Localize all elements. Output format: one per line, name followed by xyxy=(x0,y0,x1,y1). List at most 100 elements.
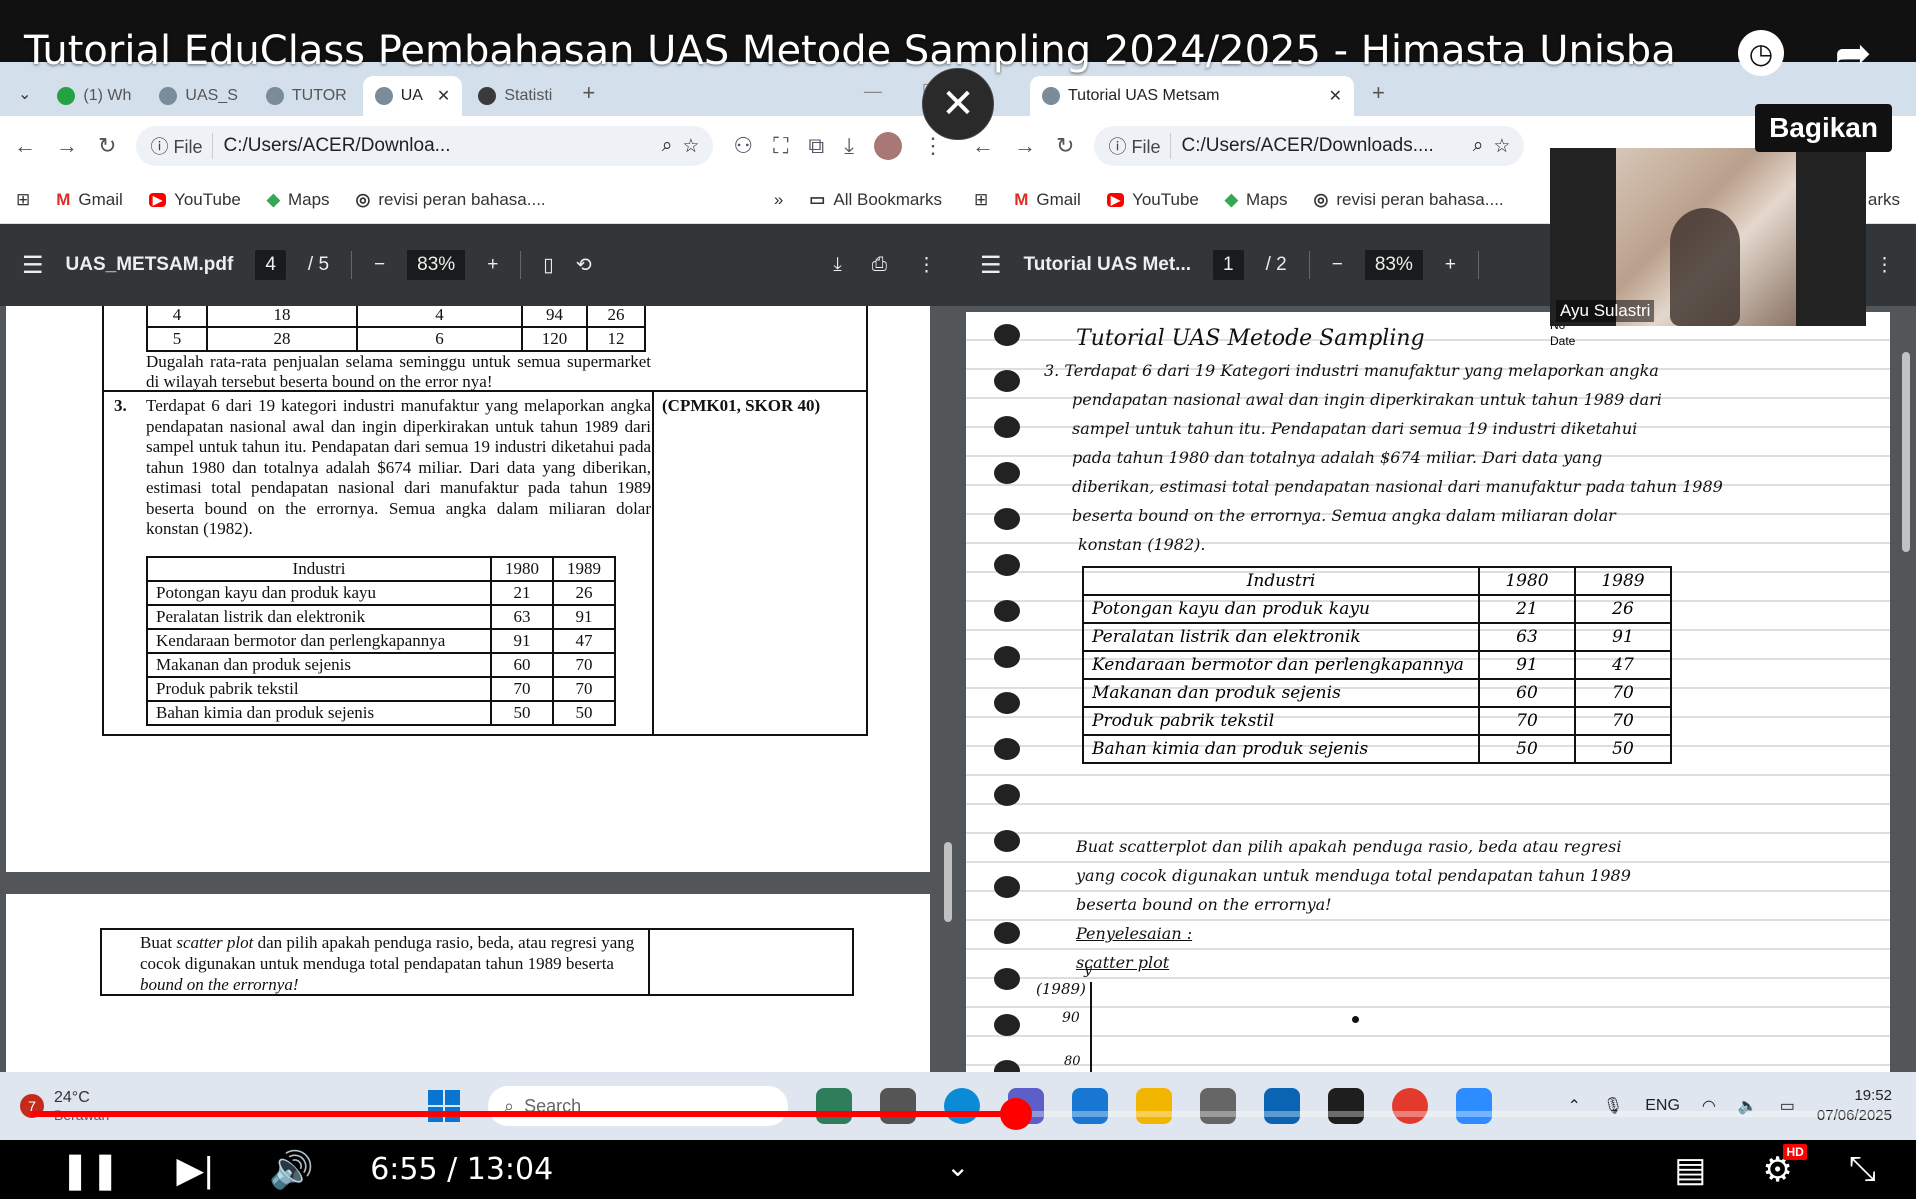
store-icon[interactable] xyxy=(1072,1088,1108,1124)
zoom-out-icon[interactable]: − xyxy=(1332,254,1343,276)
watch-later-icon[interactable]: ◷ xyxy=(1738,30,1784,76)
camera-icon[interactable] xyxy=(1200,1088,1236,1124)
bookmark-youtube[interactable]: ▶ YouTube xyxy=(1106,189,1199,210)
zoom-out-icon[interactable]: − xyxy=(374,254,385,276)
cell: 50 xyxy=(1574,734,1672,764)
minimize-icon[interactable]: — xyxy=(864,81,882,102)
bookmark-star-icon[interactable]: ☆ xyxy=(1493,135,1510,158)
info-icon[interactable]: ⓘ File xyxy=(1108,133,1172,159)
bookmark-youtube[interactable]: ▶ YouTube xyxy=(148,190,241,210)
page-number-input[interactable]: 4 xyxy=(255,250,286,280)
close-tab-icon[interactable]: ✕ xyxy=(437,86,450,106)
note-line: beserta bound on the errornya. Semua ang… xyxy=(1072,506,1616,525)
scrollbar-thumb[interactable] xyxy=(944,842,952,922)
tab-label: Statisti xyxy=(504,87,553,104)
fit-page-icon[interactable]: ▯ xyxy=(543,254,553,277)
rotate-icon[interactable]: ⟲ xyxy=(576,254,592,277)
settings-icon[interactable]: ⚙ HD xyxy=(1762,1143,1807,1190)
video-progress-bar[interactable] xyxy=(30,1098,1886,1130)
forward-icon[interactable]: → xyxy=(56,133,78,159)
more-bookmarks-icon[interactable]: » xyxy=(774,190,783,210)
outlook-icon[interactable] xyxy=(1264,1088,1300,1124)
more-icon[interactable]: ⋮ xyxy=(1875,254,1894,277)
download-icon[interactable]: ⤓ xyxy=(844,133,854,159)
bookmark-star-icon[interactable]: ☆ xyxy=(682,135,699,158)
next-icon[interactable]: ▶| xyxy=(176,1149,213,1191)
exit-fullscreen-icon[interactable]: ⤡ xyxy=(1849,1150,1876,1189)
more-icon[interactable]: ⋮ xyxy=(917,254,936,277)
new-tab-icon[interactable]: + xyxy=(1358,80,1399,116)
tab-uas-active[interactable]: UA ✕ xyxy=(362,76,463,116)
hamburger-menu-icon[interactable]: ☰ xyxy=(980,251,1002,280)
translate-icon[interactable]: ⛶ xyxy=(773,133,788,159)
folder-icon[interactable] xyxy=(1136,1088,1172,1124)
weather-widget[interactable]: 7 24°C Berawan xyxy=(20,1089,420,1123)
forward-icon[interactable]: → xyxy=(1014,133,1036,159)
print-icon[interactable]: ⎙ xyxy=(872,254,887,277)
back-icon[interactable]: ← xyxy=(14,133,36,159)
volume-icon[interactable]: 🔊 xyxy=(269,1149,314,1191)
dropbox-icon[interactable] xyxy=(1328,1088,1364,1124)
menu-dots-icon[interactable]: ⋮ xyxy=(922,133,944,159)
chevron-down-icon[interactable]: ⌄ xyxy=(946,1150,969,1183)
bookmark-all[interactable]: ▭ All Bookmarks xyxy=(809,190,942,210)
table-header-row: Industri 1980 1989 xyxy=(146,556,616,582)
address-bar[interactable]: ⓘ File C:/Users/ACER/Downloa... ⌕ ☆ xyxy=(136,126,714,166)
pause-icon[interactable]: ❚❚ xyxy=(60,1149,120,1191)
puzzle-icon[interactable]: ⧉ xyxy=(809,133,825,159)
bookmark-maps[interactable]: ◆ Maps xyxy=(1225,190,1288,210)
windows-start-icon[interactable] xyxy=(428,1090,460,1122)
bookmark-gmail[interactable]: M Gmail xyxy=(56,190,123,210)
tab-uas-s[interactable]: UAS_S xyxy=(147,76,249,116)
bookmark-maps[interactable]: ◆ Maps xyxy=(267,190,330,210)
zoom-icon[interactable] xyxy=(1456,1088,1492,1124)
zoom-level[interactable]: 83% xyxy=(1364,250,1423,280)
profile-avatar[interactable] xyxy=(874,132,902,160)
page-number-input[interactable]: 1 xyxy=(1213,250,1244,280)
extension-icon[interactable]: ⚇ xyxy=(733,133,753,159)
apps-grid-icon[interactable]: ⊞ xyxy=(974,190,988,210)
bookmark-revisi[interactable]: ◎ revisi peran bahasa.... xyxy=(1314,190,1504,210)
progress-scrubber[interactable] xyxy=(999,1098,1032,1130)
download-icon[interactable]: ⤓ xyxy=(833,254,841,277)
tab-search-menu-icon[interactable]: ⌄ xyxy=(8,84,41,116)
widget-app-icon[interactable] xyxy=(816,1088,852,1124)
zoom-lens-icon[interactable]: ⌕ xyxy=(662,135,673,157)
edge-icon[interactable] xyxy=(944,1088,980,1124)
chrome-icon[interactable] xyxy=(1392,1088,1428,1124)
new-tab-icon[interactable]: + xyxy=(568,80,609,116)
tab-tutorial[interactable]: Tutorial UAS Metsam ✕ xyxy=(1030,76,1354,116)
reload-icon[interactable]: ↻ xyxy=(1056,133,1074,159)
scrollbar-thumb[interactable] xyxy=(1902,352,1910,552)
scatter-point xyxy=(1352,1016,1359,1023)
close-icon[interactable]: ✕ xyxy=(922,68,994,140)
apps-grid-icon[interactable]: ⊞ xyxy=(16,190,30,210)
taskbar-search[interactable]: ⌕ Search xyxy=(488,1086,788,1126)
back-icon[interactable]: ← xyxy=(972,133,994,159)
info-icon[interactable]: ⓘ File xyxy=(150,133,214,159)
zoom-in-icon[interactable]: + xyxy=(1445,254,1456,276)
zoom-lens-icon[interactable]: ⌕ xyxy=(1473,135,1484,157)
zoom-level[interactable]: 83% xyxy=(407,250,466,280)
hamburger-menu-icon[interactable]: ☰ xyxy=(22,251,44,280)
tab-tutor[interactable]: TUTOR xyxy=(254,76,359,116)
task-view-icon[interactable] xyxy=(880,1088,916,1124)
share-icon[interactable]: ➦ xyxy=(1830,29,1876,78)
address-bar[interactable]: ⓘ File C:/Users/ACER/Downloads.... ⌕ ☆ xyxy=(1094,126,1525,166)
clock[interactable]: 19:52 07/06/2025 xyxy=(1817,1086,1892,1126)
tab-whatsapp[interactable]: (1) Wh xyxy=(45,76,143,116)
bookmark-label: Gmail xyxy=(1036,189,1081,209)
close-tab-icon[interactable]: ✕ xyxy=(1329,86,1342,106)
notes-question: 3. Terdapat 6 dari 19 Kategori industri … xyxy=(1044,356,1864,559)
scrollbar[interactable] xyxy=(1900,312,1912,1066)
captions-icon[interactable]: ▤ xyxy=(1674,1150,1706,1190)
reload-icon[interactable]: ↻ xyxy=(98,133,116,159)
bookmark-label: YouTube xyxy=(1132,189,1199,209)
bookmark-all-partial[interactable]: arks xyxy=(1868,190,1900,210)
bookmark-revisi[interactable]: ◎ revisi peran bahasa.... xyxy=(356,190,546,210)
tab-statistik[interactable]: Statisti xyxy=(466,76,564,116)
scrollbar[interactable] xyxy=(942,312,954,1066)
bookmark-gmail[interactable]: M Gmail xyxy=(1014,190,1081,210)
zoom-in-icon[interactable]: + xyxy=(487,254,498,276)
divider xyxy=(520,251,522,279)
